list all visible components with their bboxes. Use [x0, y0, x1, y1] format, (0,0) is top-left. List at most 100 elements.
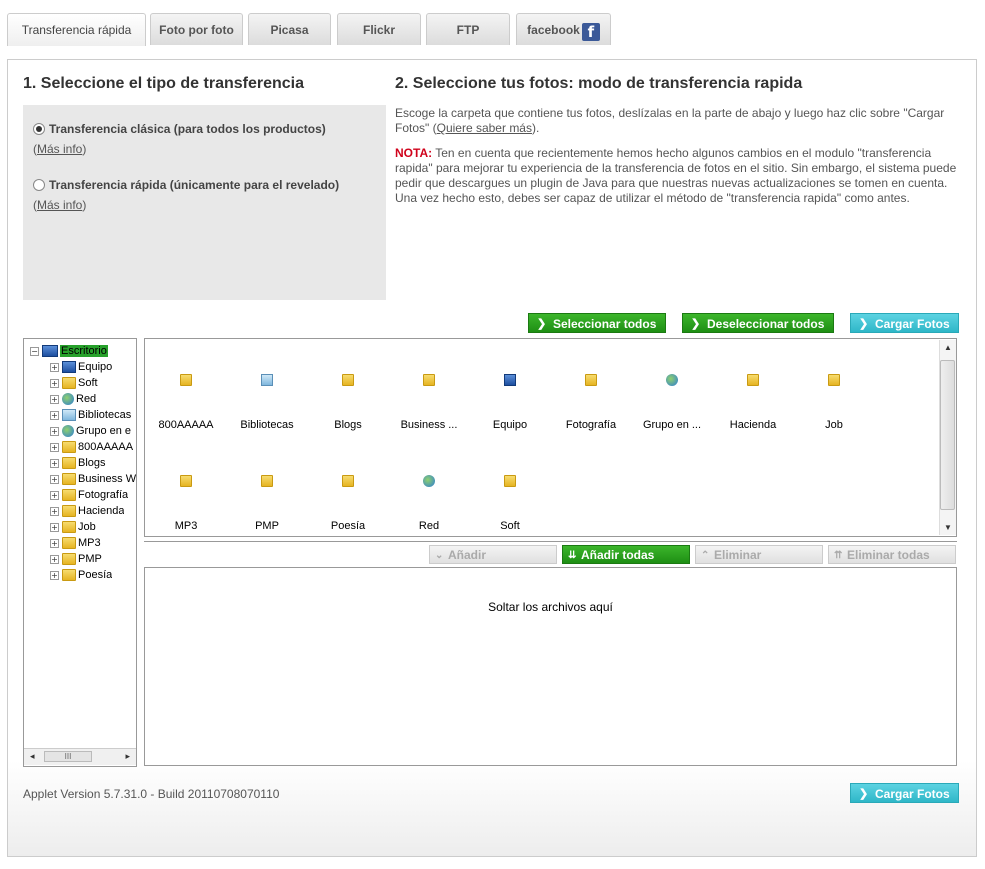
- file-item[interactable]: Red: [389, 475, 469, 532]
- computer-icon: [62, 361, 76, 373]
- tree-item[interactable]: + Hacienda: [50, 503, 124, 519]
- tab-flickr[interactable]: Flickr: [337, 13, 421, 45]
- facebook-icon: f: [581, 23, 600, 41]
- expand-icon[interactable]: +: [50, 474, 59, 484]
- add-button[interactable]: ⌄ Añadir: [429, 545, 557, 564]
- homegroup-icon: [666, 374, 678, 386]
- file-item-label: Red: [418, 520, 440, 532]
- tree-item[interactable]: + Job: [50, 519, 96, 535]
- file-item[interactable]: Business ...: [389, 374, 469, 431]
- network-icon: [62, 393, 74, 405]
- file-item-label: Business ...: [400, 419, 458, 431]
- tab-picasa[interactable]: Picasa: [248, 13, 331, 45]
- file-item[interactable]: MP3: [146, 475, 226, 532]
- scroll-thumb[interactable]: III: [44, 751, 92, 762]
- file-item[interactable]: Equipo: [470, 374, 550, 431]
- homegroup-icon: [62, 425, 74, 437]
- remove-all-button[interactable]: ⇈ Eliminar todas: [828, 545, 956, 564]
- expand-icon[interactable]: +: [50, 394, 59, 404]
- file-item[interactable]: Grupo en ...: [632, 374, 712, 431]
- file-item[interactable]: PMP: [227, 475, 307, 532]
- upload-photos-button-bottom[interactable]: ❯ Cargar Fotos: [850, 783, 959, 803]
- tree-item-label: Bibliotecas: [78, 409, 132, 421]
- file-item[interactable]: Blogs: [308, 374, 388, 431]
- file-item[interactable]: Bibliotecas: [227, 374, 307, 431]
- tree-item[interactable]: + MP3: [50, 535, 101, 551]
- folder-tree: − Escritorio + Equipo + Soft + Red + Biblioteca…: [23, 338, 137, 767]
- tree-item[interactable]: + Poesía: [50, 567, 112, 583]
- tab-ftp[interactable]: FTP: [426, 13, 510, 45]
- network-icon: [423, 475, 435, 487]
- double-chevron-down-icon: ⇊: [568, 550, 577, 561]
- folder-icon: [62, 521, 76, 533]
- tree-item[interactable]: + Soft: [50, 375, 98, 391]
- expand-icon[interactable]: +: [50, 570, 59, 580]
- upload-photos-button[interactable]: ❯ Cargar Fotos: [850, 313, 959, 333]
- chevron-right-icon: ❯: [537, 318, 547, 330]
- expand-icon[interactable]: +: [50, 410, 59, 420]
- tree-item-label: Blogs: [78, 457, 106, 469]
- tree-horizontal-scrollbar[interactable]: ◂ III ▸: [24, 748, 136, 765]
- expand-icon[interactable]: +: [50, 362, 59, 372]
- expand-icon[interactable]: +: [50, 442, 59, 452]
- tree-item[interactable]: + PMP: [50, 551, 102, 567]
- tab-facebook[interactable]: facebook f: [516, 13, 611, 45]
- remove-button[interactable]: ⌃ Eliminar: [695, 545, 823, 564]
- file-item[interactable]: 800AAAAA: [146, 374, 226, 431]
- expand-icon[interactable]: +: [50, 426, 59, 436]
- tab-foto-por-foto[interactable]: Foto por foto: [150, 13, 243, 45]
- file-item[interactable]: Soft: [470, 475, 550, 532]
- chevron-right-icon: ❯: [859, 788, 869, 800]
- tab-transferencia-rapida[interactable]: Transferencia rápida: [7, 13, 146, 46]
- expand-icon[interactable]: +: [50, 490, 59, 500]
- chevron-right-icon: ❯: [859, 318, 869, 330]
- select-all-button[interactable]: ❯ Seleccionar todos: [528, 313, 666, 333]
- tree-item[interactable]: + Business W: [50, 471, 136, 487]
- radio-fast-transfer[interactable]: Transferencia rápida (únicamente para el…: [33, 178, 339, 192]
- collapse-icon[interactable]: −: [30, 346, 39, 356]
- tree-item[interactable]: + Equipo: [50, 359, 112, 375]
- expand-icon[interactable]: +: [50, 458, 59, 468]
- expand-icon[interactable]: +: [50, 378, 59, 388]
- radio-classic-transfer[interactable]: Transferencia clásica (para todos los pr…: [33, 122, 326, 136]
- drop-zone[interactable]: Soltar los archivos aquí: [144, 567, 957, 766]
- tree-item[interactable]: + Blogs: [50, 455, 106, 471]
- expand-icon[interactable]: +: [50, 522, 59, 532]
- tree-item[interactable]: + Fotografía: [50, 487, 128, 503]
- more-info-link[interactable]: Más info: [37, 198, 82, 212]
- radio-button[interactable]: [33, 123, 45, 135]
- scroll-thumb[interactable]: [940, 360, 955, 510]
- file-item[interactable]: Poesía: [308, 475, 388, 532]
- folder-icon: [62, 553, 76, 565]
- tree-item-label: 800AAAAA: [78, 441, 134, 453]
- folder-icon: [585, 374, 597, 386]
- file-item-label: Fotografía: [565, 419, 617, 431]
- expand-icon[interactable]: +: [50, 554, 59, 564]
- tree-item[interactable]: + Red: [50, 391, 96, 407]
- expand-icon[interactable]: +: [50, 538, 59, 548]
- library-icon: [62, 409, 76, 421]
- folder-icon: [62, 489, 76, 501]
- add-all-button[interactable]: ⇊ Añadir todas: [562, 545, 690, 564]
- learn-more-link[interactable]: Quiere saber más: [437, 121, 532, 135]
- scroll-down-icon[interactable]: ▼: [944, 523, 952, 532]
- file-item[interactable]: Hacienda: [713, 374, 793, 431]
- tree-root-desktop[interactable]: − Escritorio: [30, 343, 108, 359]
- tree-item[interactable]: + Grupo en e: [50, 423, 131, 439]
- expand-icon[interactable]: +: [50, 506, 59, 516]
- tree-item[interactable]: + Bibliotecas: [50, 407, 131, 423]
- tree-item-label: Soft: [78, 377, 98, 389]
- scroll-right-icon[interactable]: ▸: [125, 751, 130, 762]
- file-item[interactable]: Fotografía: [551, 374, 631, 431]
- more-info-link[interactable]: Más info: [37, 142, 82, 156]
- folder-icon: [828, 374, 840, 386]
- scroll-left-icon[interactable]: ◂: [30, 751, 35, 762]
- deselect-all-button[interactable]: ❯ Deseleccionar todos: [682, 313, 834, 333]
- folder-icon: [62, 505, 76, 517]
- tree-item[interactable]: +800AAAAA: [50, 439, 133, 455]
- tree-item-label: PMP: [78, 553, 102, 565]
- radio-button[interactable]: [33, 179, 45, 191]
- file-item[interactable]: Job: [794, 374, 874, 431]
- instructions: Escoge la carpeta que contiene tus fotos…: [395, 106, 945, 135]
- scroll-up-icon[interactable]: ▲: [944, 343, 952, 352]
